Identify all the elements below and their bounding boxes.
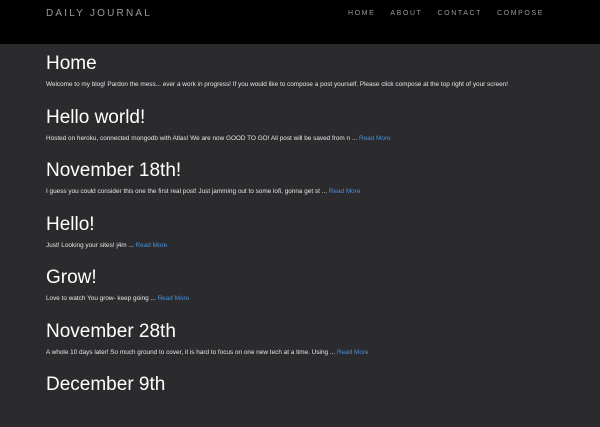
post-excerpt: I guess you could consider this one the … bbox=[46, 188, 566, 196]
post-excerpt-text: Just! Looking your sites! j4m ... bbox=[46, 241, 134, 249]
post-title: November 18th! bbox=[46, 160, 182, 181]
post-item: Grow! Love to watch You grow- keep going… bbox=[46, 266, 566, 320]
post-excerpt: Hosted on heroku, connected mongodb with… bbox=[46, 135, 566, 143]
nav-compose-link[interactable]: COMPOSE bbox=[497, 10, 544, 17]
post-title: November 28th bbox=[46, 320, 176, 342]
post-excerpt: A whole 10 days later! So much ground to… bbox=[46, 349, 566, 357]
nav-home-link[interactable]: HOME bbox=[348, 10, 375, 17]
post-item: November 28th A whole 10 days later! So … bbox=[46, 320, 566, 374]
nav-links: HOME ABOUT CONTACT COMPOSE bbox=[333, 10, 544, 17]
post-excerpt-text: Love to watch You grow- keep going ... bbox=[46, 295, 156, 302]
post-excerpt-text: I guess you could consider this one the … bbox=[46, 188, 327, 195]
post-excerpt-text: A whole 10 days later! So much ground to… bbox=[46, 348, 336, 356]
post-title: Hello world! bbox=[46, 106, 146, 128]
navbar: DAILY JOURNAL HOME ABOUT CONTACT COMPOSE bbox=[0, 0, 600, 44]
post-title: Hello! bbox=[46, 213, 95, 235]
read-more-link[interactable]: Read More bbox=[136, 242, 168, 249]
read-more-link[interactable]: Read More bbox=[337, 349, 369, 356]
brand-link[interactable]: DAILY JOURNAL bbox=[46, 8, 152, 19]
read-more-link[interactable]: Read More bbox=[359, 135, 391, 142]
home-section: Home Welcome to my blog! Pardon the mess… bbox=[46, 52, 566, 106]
page-title: Home bbox=[46, 53, 97, 74]
post-title: December 9th bbox=[46, 374, 166, 395]
main-content: Home Welcome to my blog! Pardon the mess… bbox=[46, 52, 566, 427]
read-more-link[interactable]: Read More bbox=[158, 295, 190, 302]
home-intro-text: Welcome to my blog! Pardon the mess... e… bbox=[46, 81, 508, 88]
post-excerpt-text: Hosted on heroku, connected mongodb with… bbox=[46, 134, 358, 142]
post-item: November 18th! I guess you could conside… bbox=[46, 159, 566, 213]
post-item: Hello world! Hosted on heroku, connected… bbox=[46, 106, 566, 160]
read-more-link[interactable]: Read More bbox=[329, 188, 361, 195]
nav-about-link[interactable]: ABOUT bbox=[390, 10, 422, 17]
post-excerpt: Love to watch You grow- keep going ... R… bbox=[46, 295, 566, 303]
post-excerpt: Just! Looking your sites! j4m ... Read M… bbox=[46, 242, 566, 250]
post-item: Hello! Just! Looking your sites! j4m ...… bbox=[46, 213, 566, 267]
post-title: Grow! bbox=[46, 267, 97, 288]
nav-contact-link[interactable]: CONTACT bbox=[438, 10, 483, 17]
